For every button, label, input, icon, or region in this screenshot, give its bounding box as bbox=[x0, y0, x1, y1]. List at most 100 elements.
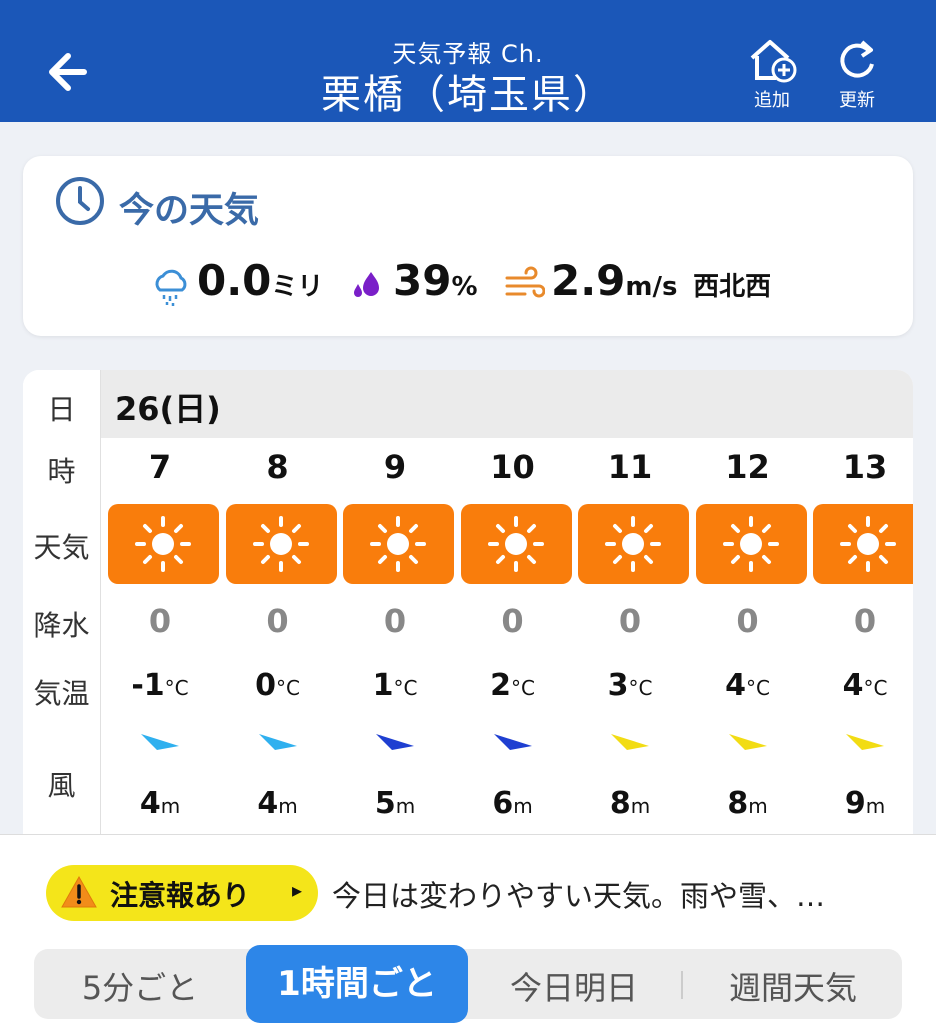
weather-cell bbox=[460, 504, 572, 584]
row-label-temp: 気温 bbox=[33, 677, 90, 710]
warning-summary[interactable]: 今日は変わりやすい天気。雨や雪、… bbox=[332, 873, 825, 915]
wind-speed-value: 2.9 bbox=[551, 256, 626, 305]
precip-amount: 0 bbox=[853, 602, 877, 640]
row-label-precip: 降水 bbox=[33, 609, 90, 642]
temperature-value: 4 bbox=[725, 668, 746, 703]
hour-label: 11 bbox=[607, 448, 653, 486]
add-label: 追加 bbox=[754, 90, 790, 111]
day-header: 26(日) bbox=[101, 370, 913, 438]
sun-icon bbox=[840, 516, 896, 572]
wind-direction-arrow-icon bbox=[258, 734, 297, 750]
wind-icon bbox=[505, 266, 545, 298]
temperature: 0°C bbox=[219, 668, 337, 703]
wind-speed: 9m bbox=[806, 786, 913, 821]
warning-triangle-icon bbox=[61, 875, 97, 908]
precip-amount: 0 bbox=[501, 602, 524, 640]
temperature: 2°C bbox=[454, 668, 572, 703]
row-labels: 日 時 天気 降水 気温 風 bbox=[23, 370, 101, 834]
precip-amount: 0 bbox=[383, 602, 407, 640]
temperature-unit: °C bbox=[863, 676, 888, 700]
hour-label: 12 bbox=[725, 448, 770, 486]
hour-label: 10 bbox=[490, 448, 535, 486]
current-weather-card: 今の天気 0.0ミリ 39% 2.9m/s 西北西 bbox=[23, 156, 913, 336]
forecast-column: 7 0 -1°C 4m bbox=[101, 438, 219, 834]
weather-cell bbox=[108, 504, 219, 584]
wind-speed-unit: m bbox=[865, 794, 886, 818]
weather-cell bbox=[578, 504, 689, 584]
temperature-unit: °C bbox=[628, 676, 653, 700]
warning-badge-label: 注意報あり bbox=[110, 879, 251, 912]
wind-speed: 6m bbox=[454, 786, 572, 821]
temperature-unit: °C bbox=[393, 676, 418, 700]
temperature: 4°C bbox=[806, 668, 913, 703]
sun-icon bbox=[370, 516, 426, 572]
tab-five-min[interactable]: 5分ごと bbox=[34, 963, 246, 1009]
rain-cloud-icon bbox=[155, 269, 187, 306]
refresh-label: 更新 bbox=[839, 90, 875, 111]
temperature-value: 0 bbox=[255, 668, 276, 703]
weather-cell bbox=[225, 504, 337, 584]
wind-speed-unit: m bbox=[513, 794, 533, 818]
app-header: 天気予報 Ch. 栗橋（埼玉県） 追加 更新 bbox=[0, 0, 936, 122]
caret-right-icon: ▸ bbox=[292, 878, 303, 902]
humidity-value: 39 bbox=[393, 256, 452, 305]
wind-speed-value: 4 bbox=[257, 786, 279, 821]
weather-cell bbox=[343, 504, 454, 584]
temperature-unit: °C bbox=[745, 676, 770, 700]
precip-amount: 0 bbox=[266, 602, 289, 640]
wind-speed-unit: m bbox=[278, 794, 298, 818]
temperature-unit: °C bbox=[510, 676, 535, 700]
wind-speed-value: 4 bbox=[139, 786, 161, 821]
current-weather-title: 今の天気 bbox=[119, 191, 260, 231]
wind-speed-unit: m bbox=[630, 794, 651, 818]
hour-label: 13 bbox=[842, 448, 888, 486]
clock-icon bbox=[56, 177, 104, 225]
wind-direction: 西北西 bbox=[693, 272, 772, 302]
hour-label: 9 bbox=[383, 448, 407, 486]
temperature: 3°C bbox=[571, 668, 689, 703]
wind-speed-unit: m bbox=[748, 794, 768, 818]
temperature-unit: °C bbox=[164, 676, 189, 700]
temperature: 1°C bbox=[336, 668, 454, 703]
home-add-icon bbox=[750, 40, 797, 83]
temperature-value: 3 bbox=[607, 668, 629, 703]
forecast-column: 8 0 0°C 4m bbox=[219, 438, 337, 834]
precip-value: 0.0 bbox=[197, 256, 272, 305]
day-label: 26(日) bbox=[115, 390, 221, 428]
tab-weekly[interactable]: 週間天気 bbox=[684, 963, 902, 1009]
temperature-unit: °C bbox=[275, 676, 300, 700]
wind-direction-arrow-icon bbox=[846, 734, 884, 750]
wind-speed: 8m bbox=[571, 786, 689, 821]
view-tabs: 5分ごと 1時間ごと 今日明日 週間天気 bbox=[34, 945, 902, 1023]
wind-direction-arrow-icon bbox=[376, 734, 414, 750]
sun-icon bbox=[135, 516, 191, 572]
temperature-value: 4 bbox=[842, 668, 864, 703]
precip-unit: ミリ bbox=[271, 272, 324, 302]
wind-speed: 5m bbox=[336, 786, 454, 821]
sun-icon bbox=[722, 516, 779, 572]
hour-label: 7 bbox=[148, 448, 172, 486]
tab-hourly[interactable]: 1時間ごと bbox=[246, 945, 468, 1023]
wind-speed-unit: m/s bbox=[625, 272, 678, 302]
refresh-icon bbox=[840, 40, 874, 78]
wind-speed: 8m bbox=[689, 786, 807, 821]
add-location-button[interactable]: 追加 bbox=[742, 36, 802, 111]
wind-speed-value: 8 bbox=[609, 786, 631, 821]
row-label-day: 日 bbox=[47, 393, 76, 426]
temperature-value: -1 bbox=[131, 668, 165, 703]
temperature: 4°C bbox=[689, 668, 807, 703]
refresh-button[interactable]: 更新 bbox=[827, 36, 887, 111]
wind-direction-arrow-icon bbox=[611, 734, 649, 750]
precip-amount: 0 bbox=[618, 602, 642, 640]
wind-speed-unit: m bbox=[160, 794, 181, 818]
wind-speed-value: 5 bbox=[374, 786, 396, 821]
row-label-hour: 時 bbox=[47, 455, 76, 488]
hourly-forecast-table: 日 時 天気 降水 気温 風 26(日) 7 0 -1°C 4m 8 0 0°C 4m 9 0 1°… bbox=[23, 370, 913, 834]
temperature: -1°C bbox=[101, 668, 219, 703]
row-label-weather: 天気 bbox=[33, 531, 90, 564]
forecast-column: 13 0 4°C 9m bbox=[806, 438, 913, 834]
tab-today-tomorrow[interactable]: 今日明日 bbox=[468, 963, 680, 1009]
wind-speed-value: 9 bbox=[844, 786, 866, 821]
hour-label: 8 bbox=[266, 448, 289, 486]
warning-badge-button[interactable]: 注意報あり ▸ bbox=[46, 865, 318, 921]
